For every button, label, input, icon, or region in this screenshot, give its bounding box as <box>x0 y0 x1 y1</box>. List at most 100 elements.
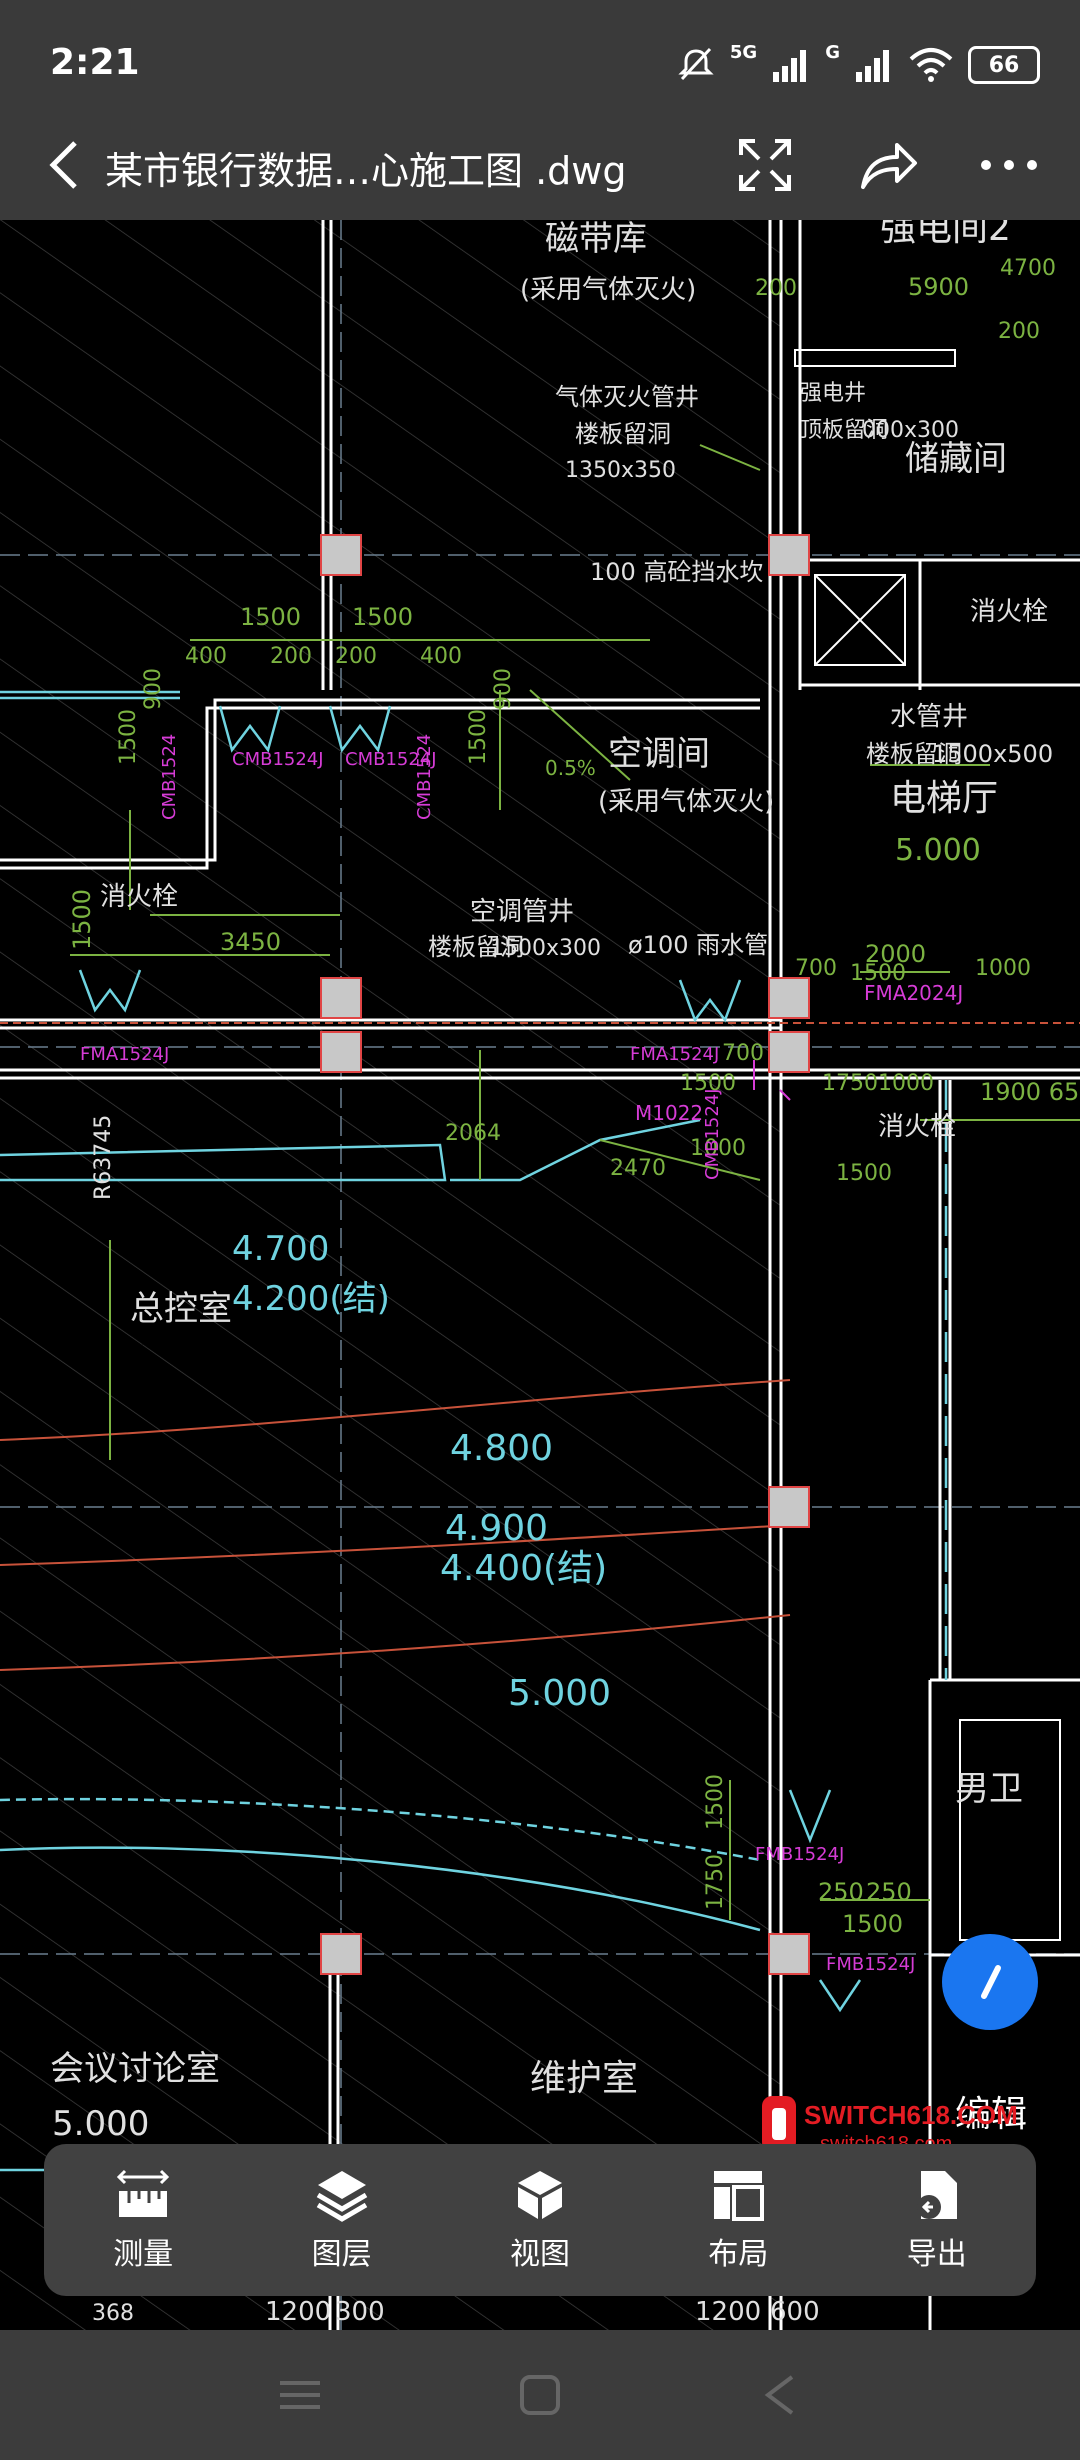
layers-label: 图层 <box>311 2237 372 2272</box>
cad-label: 强电井 <box>800 381 866 406</box>
cad-label: 1200 <box>265 2297 331 2327</box>
home-square-icon <box>520 2375 560 2415</box>
edit-button[interactable] <box>942 1934 1038 2030</box>
cad-label: 1000 <box>975 956 1031 981</box>
cad-label: 1500 <box>703 1774 728 1830</box>
cad-label: 5900 <box>908 273 969 301</box>
cad-label: 700 <box>722 1041 764 1066</box>
cad-label: 2470 <box>610 1156 666 1181</box>
cad-label: 700 <box>795 956 837 981</box>
wifi-icon <box>909 48 953 82</box>
cad-label: 4.700 <box>232 1229 329 1269</box>
bottom-toolbar: 测量 图层 视图 布局 导出 <box>44 2144 1036 2296</box>
signal-icon-2 <box>856 50 889 82</box>
status-icons: 5G G 66 <box>676 40 1040 90</box>
cad-label: 1500 <box>836 1161 892 1186</box>
cad-label: 1900 650 <box>980 1078 1080 1106</box>
layout-label: 布局 <box>708 2237 769 2272</box>
cad-label: 200 <box>335 644 377 669</box>
cad-label: 600 <box>770 2297 820 2327</box>
measure-label: 测量 <box>113 2237 174 2272</box>
cad-label: 250 <box>818 1878 864 1906</box>
fullscreen-button[interactable] <box>728 128 802 202</box>
back-triangle-icon <box>764 2375 794 2415</box>
layout-tool[interactable]: 布局 <box>663 2155 813 2285</box>
cad-label: 1750 <box>822 1071 878 1096</box>
more-button[interactable] <box>972 128 1046 202</box>
nav-menu-button[interactable] <box>270 2365 330 2425</box>
cad-label: 1500 <box>466 709 491 765</box>
cad-label: 消火栓 <box>970 597 1048 627</box>
cad-label: ø100 雨水管 <box>628 931 768 959</box>
cad-label: FMA1524J <box>630 1044 719 1065</box>
pencil-icon <box>981 1965 1001 1999</box>
cad-label: 楼板留洞 <box>575 420 671 448</box>
share-button[interactable] <box>852 128 926 202</box>
title-bar: 某市银行数据…心施工图 .dwg <box>0 110 1080 220</box>
cad-label: 空调管井 <box>470 897 574 927</box>
export-label: 导出 <box>906 2237 967 2272</box>
cad-label: 总控室 <box>130 1289 232 1329</box>
cad-label: 5.000 <box>895 833 981 868</box>
nav-back-button[interactable] <box>750 2365 810 2425</box>
cad-label: 5.000 <box>52 2104 149 2144</box>
cad-label: 4.800 <box>450 1428 553 1469</box>
drawing-canvas[interactable]: 磁带库 (采用气体灭火) 强电间2 5900 4700 200 200 气体灭火管井 楼板留洞 1… <box>0 220 1080 2330</box>
battery-indicator: 66 <box>968 46 1040 84</box>
status-time: 2:21 <box>50 42 140 83</box>
cad-label: 1350x350 <box>565 458 676 483</box>
cad-label: FMB1524J <box>755 1844 844 1865</box>
cad-label: 900 <box>141 668 166 710</box>
cad-label: FMA1524J <box>80 1044 169 1065</box>
cad-label: 0.5% <box>545 756 596 780</box>
export-tool[interactable]: 导出 <box>862 2155 1012 2285</box>
cad-label: CMB1524J <box>702 1088 723 1180</box>
cad-label: 消火栓 <box>100 882 178 912</box>
network-5g: 5G <box>729 42 758 63</box>
cad-label: 1500 <box>850 961 906 986</box>
view-tool[interactable]: 视图 <box>465 2155 615 2285</box>
cad-label: 空调间 <box>608 734 710 774</box>
cad-label: 1500 <box>68 889 96 950</box>
cad-label: 1500x300 <box>490 936 601 961</box>
cad-label: 400 <box>185 644 227 669</box>
cad-label: 200 <box>755 276 797 301</box>
cube-icon <box>517 2171 562 2219</box>
cad-label: CMB1524 <box>159 734 180 820</box>
cad-label: 磁带库 <box>545 220 647 259</box>
cad-label: 1500x500 <box>932 740 1053 768</box>
cad-label: (采用气体灭火) <box>520 275 696 305</box>
more-horizontal-icon <box>981 160 1037 170</box>
cad-label: 消火栓 <box>878 1112 956 1142</box>
cad-label: CMB1524J <box>232 749 324 770</box>
cad-label: 1750 <box>703 1854 728 1910</box>
back-button[interactable] <box>30 130 100 200</box>
export-icon <box>916 2171 957 2219</box>
cad-label: R63745 <box>91 1115 116 1200</box>
cad-label: 250 <box>866 1878 912 1906</box>
view-label: 视图 <box>509 2237 570 2272</box>
cad-label: 维护室 <box>530 2058 638 2099</box>
cad-label: 强电间2 <box>880 220 1011 249</box>
measure-tool[interactable]: 测量 <box>68 2155 218 2285</box>
nav-home-button[interactable] <box>510 2365 570 2425</box>
cad-label: 1200 <box>695 2297 761 2327</box>
cad-drawing[interactable]: 磁带库 (采用气体灭火) 强电间2 5900 4700 200 200 气体灭火管井楼板留洞 1… <box>0 220 1080 2330</box>
cad-label: 200 <box>270 644 312 669</box>
share-icon <box>861 143 917 189</box>
cad-label: 储藏间 <box>905 439 1007 479</box>
cad-label: M1022 <box>635 1101 703 1125</box>
layout-icon <box>714 2171 765 2221</box>
watermark-text: SWITCH618.COM <box>804 2100 1018 2130</box>
cad-label: 3450 <box>220 928 281 956</box>
cad-label: 电梯厅 <box>890 778 998 819</box>
network-g: G <box>825 42 840 63</box>
cad-label: 水管井 <box>890 702 968 732</box>
cad-label: CMB1524 <box>414 734 435 820</box>
layers-tool[interactable]: 图层 <box>267 2155 417 2285</box>
cad-label: 4.900 <box>445 1508 548 1549</box>
menu-icon <box>280 2381 320 2409</box>
cad-label: 300 <box>335 2297 385 2327</box>
file-title: 某市银行数据…心施工图 .dwg <box>105 149 627 193</box>
cad-label: 气体灭火管井 <box>555 383 699 411</box>
